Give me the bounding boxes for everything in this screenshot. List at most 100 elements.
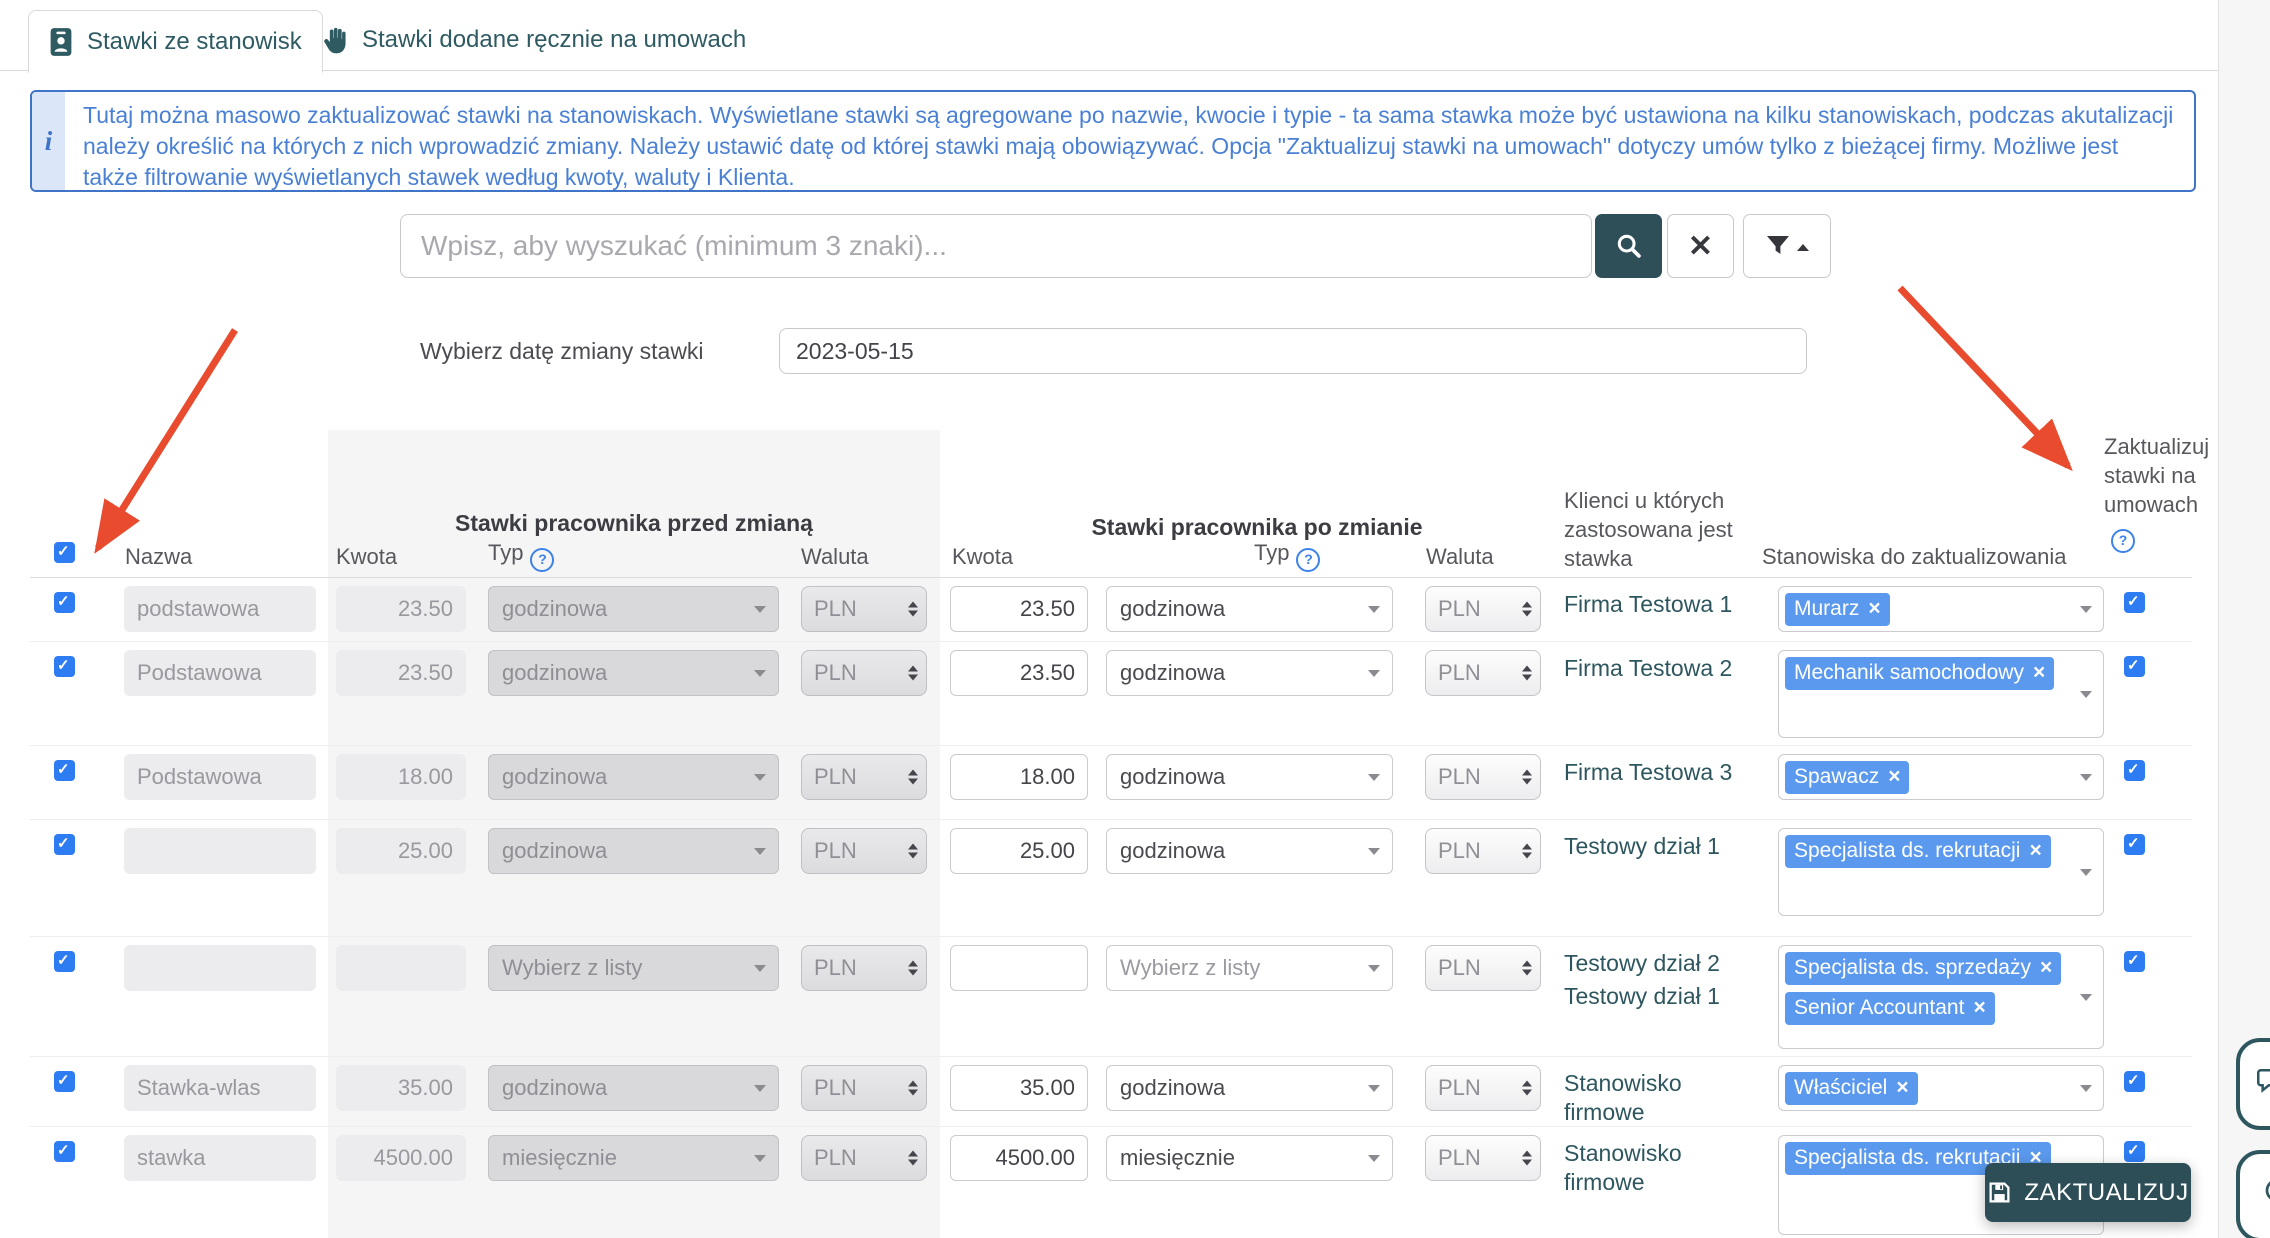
currency-after-select[interactable]: PLN xyxy=(1425,945,1541,991)
row-select-checkbox[interactable] xyxy=(54,656,75,677)
chevron-down-icon xyxy=(2080,774,2092,781)
amount-after-input[interactable] xyxy=(950,828,1088,874)
remove-tag-icon[interactable] xyxy=(1868,597,1880,620)
currency-after-select[interactable]: PLN xyxy=(1425,586,1541,632)
remove-tag-icon[interactable] xyxy=(1888,765,1900,788)
currency-after-select[interactable]: PLN xyxy=(1425,1065,1541,1111)
update-on-contracts-checkbox[interactable] xyxy=(2124,656,2145,677)
spinner-arrows-icon xyxy=(908,961,918,976)
amount-after-input[interactable] xyxy=(950,945,1088,991)
header-group-before: Stawki pracownika przed zmianą xyxy=(328,510,940,537)
search-button[interactable] xyxy=(1595,214,1662,278)
rate-name-input xyxy=(124,828,316,874)
type-after-select[interactable]: godzinowa xyxy=(1106,754,1393,800)
type-before-select: miesięcznie xyxy=(488,1135,779,1181)
positions-multiselect[interactable]: Murarz xyxy=(1778,586,2104,632)
table-row: godzinowa PLN godzinowa PLN Stanowisko f… xyxy=(30,1057,2192,1127)
tab-bar: Stawki ze stanowisk Stawki dodane ręczni… xyxy=(0,0,2218,71)
row-select-checkbox[interactable] xyxy=(54,760,75,781)
select-all-checkbox[interactable] xyxy=(54,542,75,563)
filter-button[interactable] xyxy=(1743,214,1831,278)
row-select-checkbox[interactable] xyxy=(54,951,75,972)
update-on-contracts-checkbox[interactable] xyxy=(2124,951,2145,972)
client-label: Stanowisko firmowe xyxy=(1564,1135,1748,1197)
chevron-down-icon xyxy=(754,670,766,677)
header-currency-after: Waluta xyxy=(1426,544,1494,570)
row-select-checkbox[interactable] xyxy=(54,592,75,613)
type-after-select[interactable]: godzinowa xyxy=(1106,828,1393,874)
tab-rates-added-manually[interactable]: Stawki dodane ręcznie na umowach xyxy=(302,10,766,70)
save-icon xyxy=(1987,1180,2012,1205)
currency-after-select[interactable]: PLN xyxy=(1425,828,1541,874)
help-icon[interactable] xyxy=(2111,529,2135,553)
row-select-checkbox[interactable] xyxy=(54,834,75,855)
spinner-arrows-icon xyxy=(908,602,918,617)
currency-after-select[interactable]: PLN xyxy=(1425,754,1541,800)
remove-tag-icon[interactable] xyxy=(1973,996,1985,1019)
chevron-down-icon xyxy=(2080,1085,2092,1092)
position-tag[interactable]: Właściciel xyxy=(1785,1072,1918,1105)
amount-after-input[interactable] xyxy=(950,1135,1088,1181)
remove-tag-icon[interactable] xyxy=(2029,839,2041,862)
position-tag[interactable]: Mechanik samochodowy xyxy=(1785,657,2054,690)
row-select-checkbox[interactable] xyxy=(54,1141,75,1162)
type-after-select[interactable]: godzinowa xyxy=(1106,1065,1393,1111)
search-input[interactable] xyxy=(400,214,1592,278)
rate-name-input xyxy=(124,1135,316,1181)
type-before-select: godzinowa xyxy=(488,828,779,874)
positions-multiselect[interactable]: Mechanik samochodowy xyxy=(1778,650,2104,738)
currency-before-select: PLN xyxy=(801,1135,927,1181)
chevron-down-icon xyxy=(2080,869,2092,876)
spinner-arrows-icon xyxy=(1522,602,1532,617)
chevron-down-icon xyxy=(1368,606,1380,613)
chat-widget-button[interactable] xyxy=(2236,1038,2270,1130)
position-tag[interactable]: Murarz xyxy=(1785,593,1890,626)
position-tag[interactable]: Spawacz xyxy=(1785,761,1909,794)
help-icon[interactable] xyxy=(530,548,554,572)
update-on-contracts-checkbox[interactable] xyxy=(2124,1071,2145,1092)
update-on-contracts-checkbox[interactable] xyxy=(2124,592,2145,613)
client-label: Testowy dział 1 xyxy=(1564,828,1748,861)
lightbulb-icon xyxy=(2262,1177,2270,1215)
table-row: godzinowa PLN godzinowa PLN Firma Testow… xyxy=(30,642,2192,746)
update-on-contracts-checkbox[interactable] xyxy=(2124,1141,2145,1162)
position-tag[interactable]: Specjalista ds. rekrutacji xyxy=(1785,835,2051,868)
positions-multiselect[interactable]: Specjalista ds. sprzedaży Senior Account… xyxy=(1778,945,2104,1049)
rates-table: godzinowa PLN godzinowa PLN Firma Testow… xyxy=(30,578,2192,1238)
currency-after-select[interactable]: PLN xyxy=(1425,650,1541,696)
update-on-contracts-checkbox[interactable] xyxy=(2124,760,2145,781)
update-button[interactable]: ZAKTUALIZUJ xyxy=(1985,1163,2191,1222)
update-button-label: ZAKTUALIZUJ xyxy=(2024,1179,2188,1207)
positions-multiselect[interactable]: Spawacz xyxy=(1778,754,2104,800)
update-on-contracts-checkbox[interactable] xyxy=(2124,834,2145,855)
amount-after-input[interactable] xyxy=(950,754,1088,800)
remove-tag-icon[interactable] xyxy=(2033,661,2045,684)
positions-multiselect[interactable]: Specjalista ds. rekrutacji xyxy=(1778,828,2104,916)
date-input[interactable] xyxy=(779,328,1807,374)
position-tag[interactable]: Senior Accountant xyxy=(1785,992,1995,1025)
type-after-select[interactable]: Wybierz z listy xyxy=(1106,945,1393,991)
currency-after-select[interactable]: PLN xyxy=(1425,1135,1541,1181)
tab-rates-from-positions[interactable]: Stawki ze stanowisk xyxy=(28,10,323,73)
positions-multiselect[interactable]: Właściciel xyxy=(1778,1065,2104,1111)
type-before-select: godzinowa xyxy=(488,1065,779,1111)
remove-tag-icon[interactable] xyxy=(1896,1076,1908,1099)
amount-after-input[interactable] xyxy=(950,1065,1088,1111)
position-tag[interactable]: Specjalista ds. sprzedaży xyxy=(1785,952,2061,985)
tips-widget-button[interactable] xyxy=(2236,1150,2270,1238)
clear-search-button[interactable] xyxy=(1667,214,1734,278)
rate-name-input xyxy=(124,754,316,800)
type-after-select[interactable]: godzinowa xyxy=(1106,586,1393,632)
help-icon[interactable] xyxy=(1296,548,1320,572)
tab-label: Stawki ze stanowisk xyxy=(87,28,302,56)
amount-after-input[interactable] xyxy=(950,586,1088,632)
amount-after-input[interactable] xyxy=(950,650,1088,696)
amount-before-input xyxy=(336,754,466,800)
type-after-select[interactable]: miesięcznie xyxy=(1106,1135,1393,1181)
row-select-checkbox[interactable] xyxy=(54,1071,75,1092)
type-after-select[interactable]: godzinowa xyxy=(1106,650,1393,696)
currency-before-select: PLN xyxy=(801,828,927,874)
remove-tag-icon[interactable] xyxy=(2040,956,2052,979)
header-group-after: Stawki pracownika po zmianie xyxy=(950,514,1564,541)
chevron-down-icon xyxy=(754,1155,766,1162)
